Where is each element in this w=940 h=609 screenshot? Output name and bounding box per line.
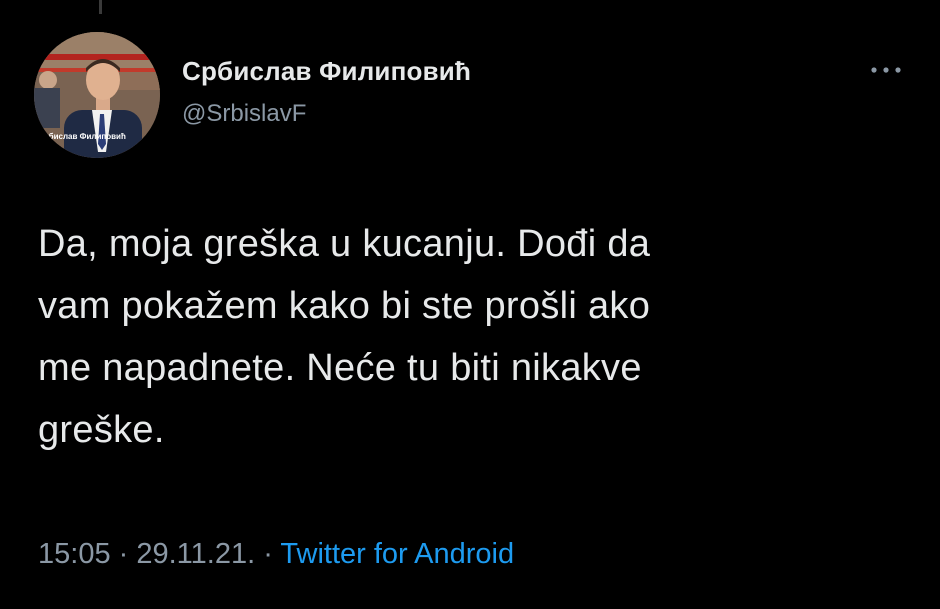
author-display-name[interactable]: Србислав Филиповић xyxy=(182,56,471,87)
more-horizontal-icon xyxy=(871,67,901,73)
tweet-date[interactable]: 29.11.21. xyxy=(136,538,255,570)
thread-line xyxy=(99,0,102,14)
tweet-card: Србислав Филиповић Србислав Филиповић @S… xyxy=(0,0,940,609)
more-options-button[interactable] xyxy=(866,58,906,82)
tweet-source-link[interactable]: Twitter for Android xyxy=(280,538,514,570)
avatar-photo: Србислав Филиповић xyxy=(34,32,160,158)
author-handle[interactable]: @SrbislavF xyxy=(182,100,306,128)
meta-separator: · xyxy=(110,538,137,570)
tweet-meta: 15:05 · 29.11.21. · Twitter for Android xyxy=(38,538,514,571)
avatar[interactable]: Србислав Филиповић xyxy=(34,32,160,158)
tweet-text: Da, moja greška u kucanju. Dođi da vam p… xyxy=(38,223,651,451)
tweet-time[interactable]: 15:05 xyxy=(38,538,111,570)
meta-separator: · xyxy=(255,538,281,570)
avatar-caption: Србислав Филиповић xyxy=(38,132,126,141)
